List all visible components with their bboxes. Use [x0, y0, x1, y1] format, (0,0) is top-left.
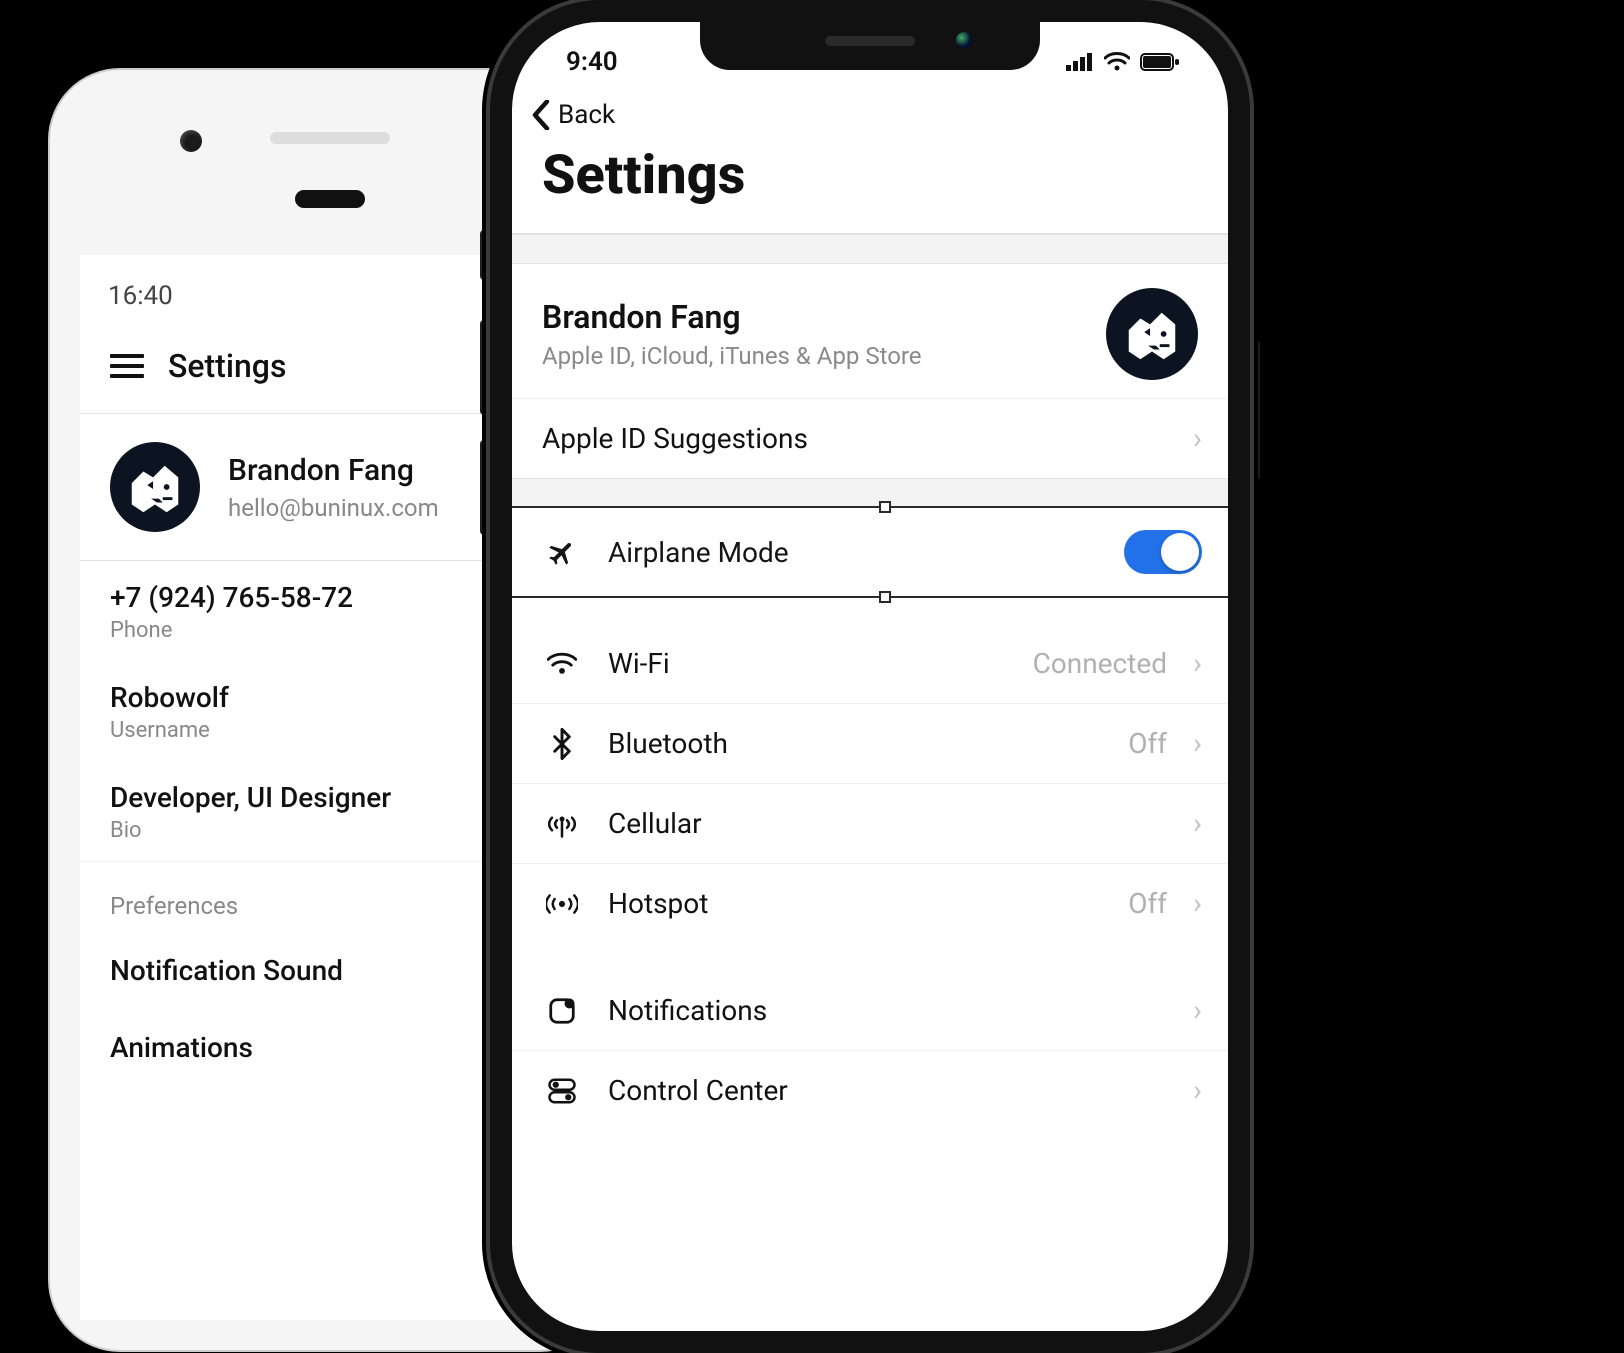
row-cellular[interactable]: Cellular ›: [512, 783, 1228, 863]
phone-value: +7 (924) 765-58-72: [110, 581, 550, 614]
android-speaker-grill: [270, 132, 390, 144]
apple-id-suggestions-label: Apple ID Suggestions: [542, 422, 1167, 455]
hotspot-icon: [542, 889, 582, 919]
ios-screen: 9:40: [512, 22, 1228, 1331]
design-selection-overlay: Airplane Mode: [512, 508, 1228, 596]
ios-page-title: Settings: [512, 136, 1228, 234]
airplane-label: Airplane Mode: [608, 536, 1098, 569]
bluetooth-value: Off: [1128, 727, 1167, 760]
avatar-icon: [1106, 288, 1198, 380]
phone-label: Phone: [110, 618, 550, 643]
airplane-toggle[interactable]: [1124, 530, 1202, 574]
android-profile-email: hello@buninux.com: [228, 494, 439, 522]
cellular-label: Cellular: [608, 807, 1141, 840]
control-center-label: Control Center: [608, 1074, 1167, 1107]
bluetooth-icon: [542, 728, 582, 760]
chevron-right-icon: ›: [1193, 1073, 1202, 1108]
chevron-right-icon: ›: [1193, 886, 1202, 921]
iphone-power-button: [1250, 340, 1260, 480]
avatar-icon: [110, 442, 200, 532]
iphone-volume-up: [480, 320, 490, 415]
cellular-signal-icon: [1066, 53, 1094, 71]
chevron-right-icon: ›: [1193, 421, 1202, 456]
android-camera-dot: [180, 130, 202, 152]
menu-icon[interactable]: [110, 354, 144, 378]
bio-label: Bio: [110, 818, 550, 843]
username-value: Robowolf: [110, 681, 550, 714]
wifi-label: Wi-Fi: [608, 647, 1007, 680]
iphone-device: 9:40: [490, 0, 1250, 1353]
ios-profile-subtitle: Apple ID, iCloud, iTunes & App Store: [542, 342, 922, 370]
iphone-frame: 9:40: [490, 0, 1250, 1353]
ios-status-time: 9:40: [566, 47, 618, 77]
iphone-notch: [700, 22, 1040, 70]
back-label: Back: [558, 100, 615, 130]
hotspot-label: Hotspot: [608, 887, 1102, 920]
wifi-value: Connected: [1033, 647, 1167, 680]
wifi-icon: [542, 652, 582, 676]
ios-status-icons: [1066, 52, 1190, 72]
wifi-status-icon: [1104, 52, 1130, 72]
row-wifi[interactable]: Wi-Fi Connected ›: [512, 624, 1228, 703]
ios-profile-name: Brandon Fang: [542, 298, 922, 336]
group-gap: [512, 478, 1228, 508]
battery-icon: [1140, 52, 1180, 72]
chevron-right-icon: ›: [1193, 646, 1202, 681]
bio-value: Developer, UI Designer: [110, 781, 550, 814]
iphone-volume-down: [480, 440, 490, 535]
ios-profile-row[interactable]: Brandon Fang Apple ID, iCloud, iTunes & …: [512, 264, 1228, 398]
row-control-center[interactable]: Control Center ›: [512, 1050, 1228, 1130]
notifications-icon: [542, 996, 582, 1026]
notifications-label: Notifications: [608, 994, 1167, 1027]
toggle-knob: [1161, 533, 1199, 571]
username-label: Username: [110, 718, 550, 743]
group-gap: [512, 234, 1228, 264]
row-airplane-mode[interactable]: Airplane Mode: [512, 508, 1228, 596]
chevron-left-icon: [530, 100, 552, 130]
cellular-icon: [542, 809, 582, 839]
chevron-right-icon: ›: [1193, 806, 1202, 841]
android-page-title: Settings: [168, 347, 286, 385]
speaker-grill-icon: [825, 36, 915, 46]
hotspot-value: Off: [1128, 887, 1167, 920]
chevron-right-icon: ›: [1193, 726, 1202, 761]
android-profile-name: Brandon Fang: [228, 453, 439, 488]
back-button[interactable]: Back: [512, 80, 1228, 136]
row-apple-id-suggestions[interactable]: Apple ID Suggestions ›: [512, 398, 1228, 478]
row-notifications[interactable]: Notifications ›: [512, 971, 1228, 1050]
airplane-icon: [542, 536, 582, 568]
row-bluetooth[interactable]: Bluetooth Off ›: [512, 703, 1228, 783]
row-hotspot[interactable]: Hotspot Off ›: [512, 863, 1228, 943]
iphone-mute-switch: [480, 230, 490, 280]
chevron-right-icon: ›: [1193, 993, 1202, 1028]
bluetooth-label: Bluetooth: [608, 727, 1102, 760]
control-center-icon: [542, 1076, 582, 1106]
front-camera-icon: [956, 32, 972, 48]
android-home-pill: [295, 190, 365, 208]
